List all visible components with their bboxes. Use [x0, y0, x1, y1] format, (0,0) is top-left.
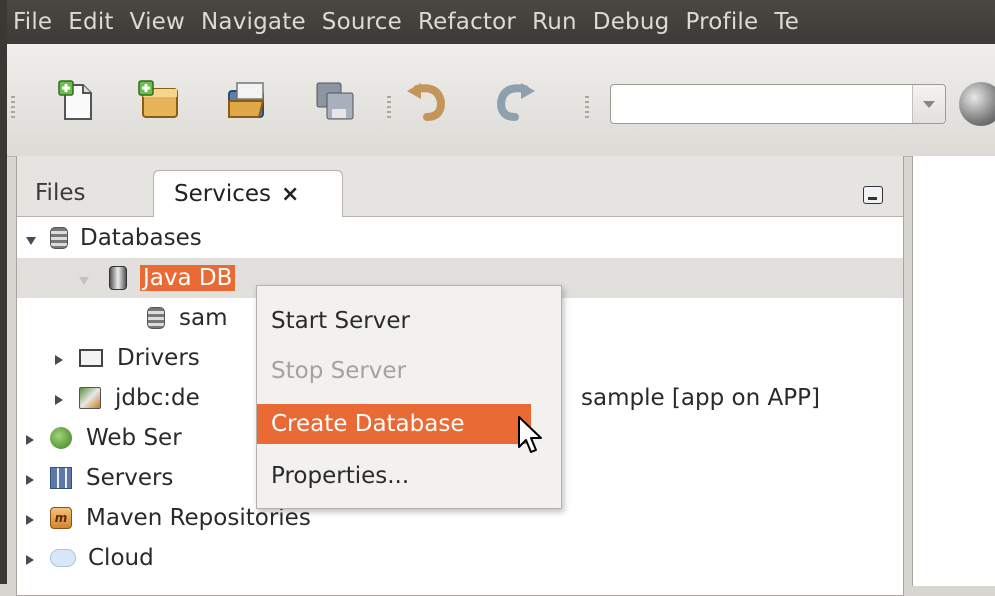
- maven-icon: m: [50, 507, 72, 529]
- collapsed-triangle-icon[interactable]: [55, 345, 65, 371]
- context-menu: Start Server Stop Server Create Database…: [256, 285, 562, 509]
- database-icon: [50, 227, 68, 249]
- editor-area[interactable]: [912, 156, 995, 586]
- toolbar-grip[interactable]: [585, 96, 589, 118]
- tab-files[interactable]: Files: [17, 170, 153, 216]
- toolbar: [7, 44, 995, 157]
- tree-label: Cloud: [88, 545, 154, 571]
- tab-files-label: Files: [35, 180, 86, 206]
- new-file-icon[interactable]: [55, 79, 99, 123]
- menu-profile[interactable]: Profile: [677, 9, 766, 35]
- menu-item-create-database[interactable]: Create Database: [257, 404, 531, 444]
- menu-debug[interactable]: Debug: [585, 9, 678, 35]
- cloud-icon: [50, 549, 76, 567]
- connection-icon: [79, 387, 101, 409]
- menu-item-properties[interactable]: Properties...: [257, 456, 561, 496]
- toolbar-grip[interactable]: [11, 96, 15, 118]
- tab-strip: Files Services ×: [17, 156, 903, 217]
- redo-icon[interactable]: [493, 79, 537, 123]
- toolbar-grip[interactable]: [387, 96, 391, 118]
- chevron-down-icon: [923, 100, 935, 108]
- collapsed-triangle-icon[interactable]: [26, 465, 36, 491]
- tree-node-databases[interactable]: Databases: [17, 218, 903, 258]
- new-project-icon[interactable]: [137, 79, 181, 123]
- window-edge: [0, 0, 7, 584]
- menu-edit[interactable]: Edit: [60, 9, 121, 35]
- tree-label: Drivers: [117, 345, 200, 371]
- menu-run[interactable]: Run: [524, 9, 585, 35]
- web-services-icon: [50, 427, 72, 449]
- expanded-triangle-icon[interactable]: [26, 225, 36, 251]
- undo-icon[interactable]: [405, 79, 449, 123]
- expanded-triangle-icon[interactable]: [79, 265, 89, 291]
- tree-label-suffix: sample [app on APP]: [581, 385, 820, 411]
- menu-source[interactable]: Source: [314, 9, 410, 35]
- collapsed-triangle-icon[interactable]: [26, 545, 36, 571]
- java-db-icon: [109, 266, 127, 290]
- tree-label: jdbc:de: [115, 385, 200, 411]
- database-icon: [147, 307, 165, 329]
- mouse-pointer-icon: [518, 416, 542, 453]
- collapsed-triangle-icon[interactable]: [26, 505, 36, 531]
- tree-label: Databases: [80, 225, 202, 251]
- minimize-window-button[interactable]: [863, 186, 883, 204]
- quick-search-combo[interactable]: [610, 84, 946, 124]
- folder-icon: [79, 349, 103, 367]
- tree-label: sam: [179, 305, 228, 331]
- combo-dropdown-button[interactable]: [912, 85, 945, 123]
- collapsed-triangle-icon[interactable]: [26, 425, 36, 451]
- save-all-icon[interactable]: [313, 79, 357, 123]
- tree-node-cloud[interactable]: Cloud: [17, 538, 903, 578]
- close-icon[interactable]: ×: [281, 182, 299, 207]
- tree-label: Servers: [86, 465, 174, 491]
- servers-icon: [50, 467, 72, 489]
- menu-team[interactable]: Te: [766, 9, 807, 35]
- globe-icon[interactable]: [959, 82, 995, 126]
- tab-services-label: Services: [174, 181, 271, 207]
- menu-view[interactable]: View: [122, 9, 193, 35]
- menu-item-stop-server: Stop Server: [271, 358, 407, 384]
- tab-services[interactable]: Services ×: [153, 170, 343, 217]
- open-project-icon[interactable]: [225, 79, 269, 123]
- tree-label: Web Ser: [86, 425, 182, 451]
- menu-item-start-server[interactable]: Start Server: [257, 301, 561, 341]
- menu-bar: File Edit View Navigate Source Refactor …: [7, 0, 995, 44]
- tree-label: Java DB: [140, 265, 236, 291]
- menu-file[interactable]: File: [7, 9, 60, 35]
- collapsed-triangle-icon[interactable]: [55, 385, 65, 411]
- menu-refactor[interactable]: Refactor: [410, 9, 524, 35]
- menu-navigate[interactable]: Navigate: [193, 9, 314, 35]
